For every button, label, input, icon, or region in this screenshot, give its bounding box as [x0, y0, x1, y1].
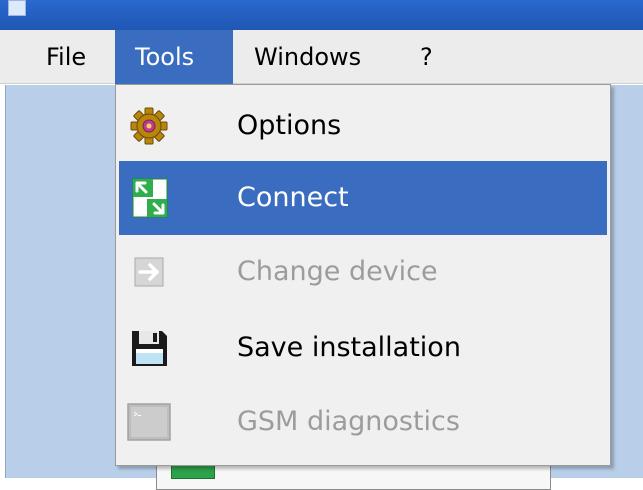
menu-item-connect[interactable]: Connect [119, 161, 607, 235]
menu-item-save-installation[interactable]: Save installation [119, 311, 607, 385]
gear-icon [130, 107, 168, 145]
menu-item-gsm-diagnostics[interactable]: GSM diagnostics [119, 385, 607, 459]
tools-dropdown-menu: Options Connect Change device Save insta… [115, 84, 611, 466]
connect-icon [132, 178, 168, 218]
menu-item-options[interactable]: Options [119, 89, 607, 163]
menu-item-label: Change device [237, 256, 438, 287]
arrow-right-icon [134, 257, 164, 287]
menu-tools[interactable]: Tools [115, 30, 233, 84]
menu-bar: File Tools Windows ? [0, 30, 643, 84]
window-titlebar [0, 0, 643, 30]
menu-file[interactable]: File [40, 30, 102, 84]
floppy-disk-icon [132, 331, 167, 366]
menu-item-label: Connect [237, 182, 349, 213]
menu-item-label: GSM diagnostics [237, 406, 460, 437]
menu-help[interactable]: ? [420, 30, 444, 84]
menu-item-change-device[interactable]: Change device [119, 235, 607, 309]
terminal-icon [127, 403, 171, 441]
app-icon [8, 0, 26, 16]
menu-windows[interactable]: Windows [254, 30, 396, 84]
menu-item-label: Options [237, 110, 342, 141]
menu-item-label: Save installation [237, 332, 461, 363]
